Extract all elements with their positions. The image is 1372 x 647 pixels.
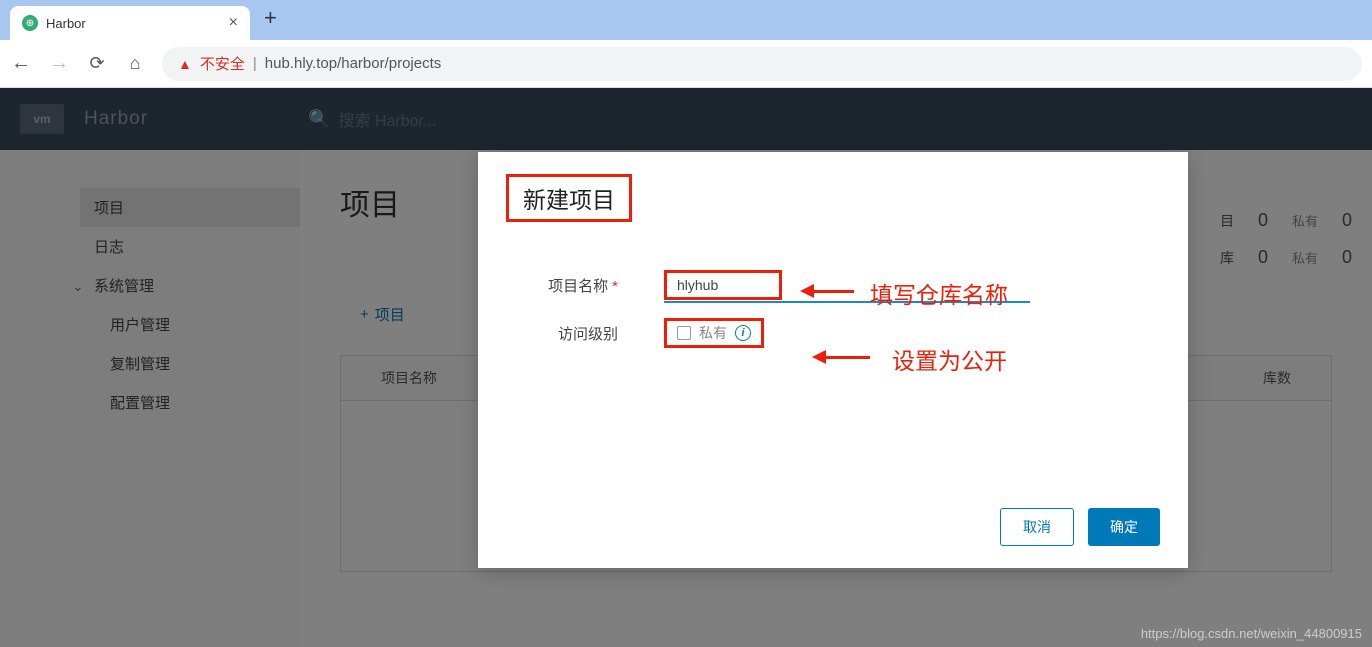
project-name-input[interactable] — [673, 275, 773, 295]
private-checkbox[interactable] — [677, 326, 691, 340]
new-project-modal: 新建项目 项目名称* 访问级别 私有 i 取消 确定 — [478, 152, 1188, 568]
form-row-name: 项目名称* — [546, 270, 1160, 300]
cancel-button[interactable]: 取消 — [1000, 508, 1074, 546]
new-tab-button[interactable]: + — [264, 5, 277, 35]
home-icon[interactable]: ⌂ — [124, 53, 146, 74]
ok-button[interactable]: 确定 — [1088, 508, 1160, 546]
modal-actions: 取消 确定 — [506, 508, 1160, 546]
annotation-arrow-head — [800, 284, 814, 298]
forward-icon: → — [48, 52, 70, 75]
project-name-label: 项目名称* — [546, 275, 618, 296]
insecure-warning-icon: ▲ — [178, 56, 192, 72]
private-label: 私有 — [699, 323, 727, 343]
project-name-input-wrap — [664, 270, 782, 300]
annotation-box: 私有 i — [664, 318, 764, 348]
favicon: ⊕ — [22, 15, 38, 31]
close-tab-icon[interactable]: × — [229, 14, 238, 32]
insecure-label: 不安全 — [200, 53, 245, 74]
back-icon[interactable]: ← — [10, 52, 32, 75]
annotation-box — [664, 270, 782, 300]
form-row-access: 访问级别 私有 i — [546, 318, 1160, 348]
url-text: hub.hly.top/harbor/projects — [265, 55, 442, 72]
info-icon[interactable]: i — [735, 325, 751, 341]
annotation-arrow-line — [826, 356, 870, 359]
annotation-text-name: 填写仓库名称 — [870, 276, 1008, 310]
url-separator: | — [253, 55, 257, 72]
browser-tab-strip: ⊕ Harbor × + — [0, 0, 1372, 40]
modal-title: 新建项目 — [523, 181, 615, 215]
url-input[interactable]: ▲ 不安全 | hub.hly.top/harbor/projects — [162, 47, 1362, 81]
required-marker: * — [612, 278, 618, 295]
address-bar: ← → ⟳ ⌂ ▲ 不安全 | hub.hly.top/harbor/proje… — [0, 40, 1372, 88]
browser-tab[interactable]: ⊕ Harbor × — [10, 6, 250, 40]
reload-icon[interactable]: ⟳ — [86, 53, 108, 74]
annotation-box: 新建项目 — [506, 174, 632, 222]
tab-title: Harbor — [46, 16, 221, 31]
annotation-arrow-head — [812, 350, 826, 364]
access-level-label: 访问级别 — [546, 323, 618, 344]
annotation-text-access: 设置为公开 — [892, 342, 1007, 376]
annotation-arrow-line — [814, 290, 854, 293]
watermark: https://blog.csdn.net/weixin_44800915 — [1141, 626, 1362, 641]
